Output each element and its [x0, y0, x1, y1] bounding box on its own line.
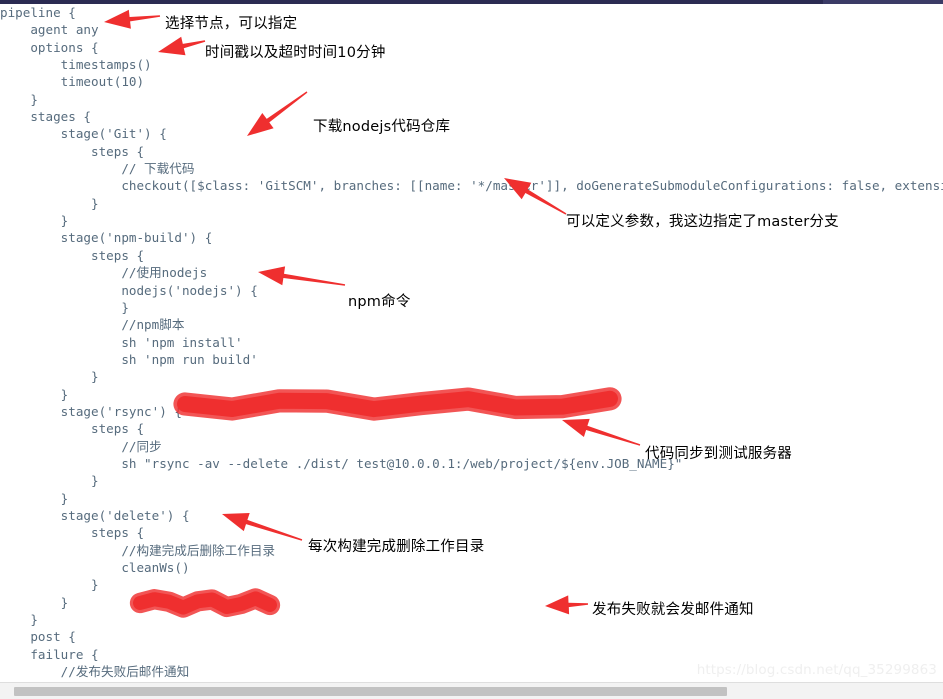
screenshot-root: pipeline { agent any options { timestamp… — [0, 0, 943, 699]
code-line: } — [0, 91, 38, 107]
code-line: } — [0, 369, 99, 385]
code-line: } — [0, 490, 69, 506]
code-editor-content[interactable]: pipeline { agent any options { timestamp… — [0, 4, 943, 699]
code-line: //npm脚本 — [0, 317, 185, 333]
anno-sync-to-server: 代码同步到测试服务器 — [645, 446, 792, 462]
code-line: agent any — [0, 22, 99, 38]
code-line: } — [0, 612, 38, 628]
code-line: } — [0, 386, 69, 402]
code-line: } — [0, 577, 99, 593]
code-line: timeout(10) — [0, 74, 145, 90]
code-line: steps { — [0, 247, 145, 263]
code-line: steps { — [0, 143, 145, 159]
code-line: } — [0, 473, 99, 489]
code-line: stage('Git') { — [0, 126, 167, 142]
code-line: } — [0, 594, 69, 610]
code-line: pipeline { — [0, 5, 76, 20]
anno-npm-command: npm命令 — [348, 294, 411, 310]
anno-clean-workspace: 每次构建完成删除工作目录 — [308, 539, 485, 555]
code-line: post { — [0, 629, 76, 645]
code-line: // 下载代码 — [0, 161, 195, 177]
code-line: nodejs('nodejs') { — [0, 282, 258, 298]
code-line: //同步 — [0, 438, 162, 454]
code-line: sh 'npm run build' — [0, 351, 258, 367]
code-line: failure { — [0, 646, 99, 662]
anno-define-params: 可以定义参数，我这边指定了master分支 — [566, 214, 839, 230]
code-line: sh 'npm install' — [0, 334, 243, 350]
code-line: checkout([$class: 'GitSCM', branches: [[… — [0, 178, 943, 194]
code-line: steps { — [0, 421, 145, 437]
code-line: options { — [0, 39, 99, 55]
anno-select-node: 选择节点，可以指定 — [165, 16, 298, 32]
csdn-watermark: https://blog.csdn.net/qq_35299863 — [696, 662, 937, 678]
code-line: stage('rsync') { — [0, 403, 182, 419]
code-line: cleanWs() — [0, 560, 190, 575]
anno-mail-on-failure: 发布失败就会发邮件通知 — [592, 602, 754, 618]
code-line: stage('npm-build') { — [0, 230, 213, 246]
horizontal-scrollbar-thumb[interactable] — [14, 687, 727, 696]
code-line: stages { — [0, 109, 91, 125]
anno-download-repo: 下载nodejs代码仓库 — [313, 119, 451, 135]
code-line: stage('delete') { — [0, 507, 190, 523]
anno-timestamp: 时间戳以及超时时间10分钟 — [205, 45, 386, 61]
code-line: } — [0, 299, 129, 315]
horizontal-scrollbar-track[interactable] — [0, 682, 943, 699]
code-line: //使用nodejs — [0, 265, 208, 281]
code-line: sh "rsync -av --delete ./dist/ test@10.0… — [0, 455, 683, 471]
code-line: timestamps() — [0, 57, 152, 73]
